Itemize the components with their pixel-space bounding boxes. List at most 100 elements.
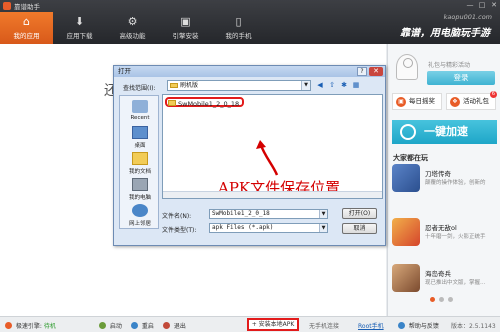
chevron-down-icon: ▼	[319, 224, 327, 232]
game-thumbnail	[392, 264, 420, 292]
phone-status: 无手机连接	[309, 323, 340, 330]
brand-url: kaopu001.com	[443, 13, 492, 21]
avatar[interactable]	[396, 54, 418, 80]
version-text: 版本：2.5.1143	[451, 323, 496, 330]
engine-icon: ▣	[180, 15, 191, 28]
play-icon	[99, 322, 106, 329]
tab-label: 应用下载	[66, 32, 93, 40]
daily-checkin-button[interactable]: ▣ 每日摇奖	[392, 93, 442, 110]
tab-label: 引擎安装	[172, 32, 199, 40]
view-menu-icon[interactable]: ▦	[351, 80, 361, 90]
home-icon: ⌂	[23, 15, 30, 28]
start-button[interactable]: 启动	[99, 321, 122, 330]
tab-my-apps[interactable]: ⌂ 我的应用	[0, 12, 53, 44]
carousel-dots	[430, 297, 453, 302]
file-item-swmobile[interactable]: SwMobile1_2_0_18	[165, 97, 245, 108]
install-local-apk-button[interactable]: + 安装本地APK	[247, 318, 299, 331]
side-hint: 礼包与精彩活动	[428, 62, 471, 69]
network-icon	[132, 204, 148, 217]
daily-checkin-label: 每日摇奖	[409, 97, 435, 105]
new-folder-icon[interactable]: ✱	[339, 80, 349, 90]
game-item[interactable]: 刀塔传奇 颠覆的操作体验，创新的	[392, 164, 500, 194]
chevron-down-icon: ▼	[319, 210, 327, 218]
gift-pack-button[interactable]: ❖ 活动礼包 6	[446, 91, 497, 110]
chevron-down-icon: ▼	[301, 81, 310, 90]
filename-label: 文件名(N):	[162, 213, 192, 220]
look-in-label: 查找范围(I):	[123, 85, 156, 92]
filename-input[interactable]: SwMobile1_2_0_18 ▼	[209, 209, 328, 219]
place-network[interactable]: 网上邻居	[120, 202, 160, 228]
game-name: 刀塔传奇	[425, 170, 451, 178]
exit-label: 退出	[173, 323, 186, 330]
file-list[interactable]: SwMobile1_2_0_18 APK文件保存位置	[162, 94, 383, 199]
filetype-select[interactable]: apk Files (*.apk) ▼	[209, 223, 328, 233]
places-bar: Recent 桌面 我的文档 我的电脑 网上邻居	[119, 95, 159, 229]
title-bar: 靠谱助手 — □ ✕	[0, 0, 500, 12]
tab-app-download[interactable]: ⬇ 应用下载	[53, 12, 106, 44]
accelerate-label: 一键加速	[424, 125, 468, 138]
place-documents[interactable]: 我的文档	[120, 150, 160, 176]
restart-icon	[131, 322, 138, 329]
cancel-button[interactable]: 取消	[342, 223, 377, 234]
open-file-dialog: 打开 ? ✕ 查找范围(I): 刷机版 ▼ ◀ ⇧ ✱ ▦ Recent 桌面 …	[113, 65, 386, 246]
look-in-value: 刷机版	[180, 82, 199, 89]
restart-button[interactable]: 重启	[131, 321, 154, 330]
side-panel: 礼包与精彩活动 登录 ▣ 每日摇奖 ❖ 活动礼包 6 一键加速 大家都在玩 刀塔…	[387, 44, 500, 316]
place-label: 网上邻居	[128, 221, 151, 227]
dialog-title: 打开	[118, 67, 131, 75]
documents-icon	[132, 152, 148, 165]
dialog-title-bar: 打开 ? ✕	[114, 66, 385, 77]
top-bar: 靠谱助手 — □ ✕ ⌂ 我的应用 ⬇ 应用下载 ⚙ 高级功能 ▣ 引擎安装 ▯…	[0, 0, 500, 44]
dialog-close-button[interactable]: ✕	[369, 67, 383, 76]
place-computer[interactable]: 我的电脑	[120, 176, 160, 202]
tab-advanced[interactable]: ⚙ 高级功能	[106, 12, 159, 44]
start-label: 启动	[109, 323, 122, 330]
login-button[interactable]: 登录	[427, 71, 495, 85]
game-desc: 现已推出中文版，掌握…	[425, 280, 486, 286]
engine-status-value: 待机	[43, 323, 56, 330]
carousel-dot[interactable]	[448, 297, 453, 302]
restart-label: 重启	[141, 323, 154, 330]
power-icon	[163, 322, 170, 329]
tab-label: 我的手机	[225, 32, 252, 40]
filename-value: SwMobile1_2_0_18	[212, 210, 270, 217]
carousel-dot[interactable]	[430, 297, 435, 302]
tab-engine-install[interactable]: ▣ 引擎安装	[159, 12, 212, 44]
place-label: 我的电脑	[128, 195, 151, 201]
help-feedback-button[interactable]: 帮助与反馈	[398, 321, 439, 330]
game-item[interactable]: 忍者无敌ol 十年磨一剑，火影正统手	[392, 218, 500, 248]
tab-label: 高级功能	[119, 32, 146, 40]
brand-slogan: 靠谱，用电脑玩手游	[400, 28, 490, 39]
game-item[interactable]: 海岛奇兵 现已推出中文版，掌握…	[392, 264, 500, 294]
root-phone-link[interactable]: Root手机	[358, 321, 384, 330]
tab-my-phone[interactable]: ▯ 我的手机	[212, 12, 265, 44]
place-label: 我的文档	[128, 169, 151, 175]
up-folder-icon[interactable]: ⇧	[327, 80, 337, 90]
close-button[interactable]: ✕	[489, 1, 499, 9]
game-desc: 十年磨一剑，火影正统手	[425, 234, 486, 240]
filetype-value: apk Files (*.apk)	[212, 224, 274, 231]
back-icon[interactable]: ◀	[315, 80, 325, 90]
maximize-button[interactable]: □	[477, 1, 487, 9]
open-button[interactable]: 打开(O)	[342, 208, 377, 219]
minimize-button[interactable]: —	[465, 1, 475, 9]
carousel-dot[interactable]	[439, 297, 444, 302]
status-bar: 极速引擎: 待机 启动 重启 退出 + 安装本地APK 无手机连接 Root手机…	[0, 316, 500, 332]
tab-label: 我的应用	[13, 32, 40, 40]
exit-button[interactable]: 退出	[163, 321, 186, 330]
place-desktop[interactable]: 桌面	[120, 124, 160, 150]
horizontal-scrollbar[interactable]	[163, 191, 382, 198]
folder-icon	[168, 100, 176, 106]
engine-status: 极速引擎: 待机	[5, 321, 56, 330]
help-icon	[398, 322, 405, 329]
accelerate-button[interactable]: 一键加速	[392, 120, 497, 144]
look-in-select[interactable]: 刷机版 ▼	[167, 80, 311, 91]
calendar-icon: ▣	[396, 97, 406, 107]
phone-icon: ▯	[235, 15, 242, 28]
place-recent[interactable]: Recent	[120, 98, 160, 124]
game-desc: 颠覆的操作体验，创新的	[425, 180, 486, 186]
speedometer-icon	[400, 124, 416, 140]
filetype-label: 文件类型(T):	[162, 227, 197, 234]
help-icon[interactable]: ?	[357, 67, 367, 76]
game-name: 海岛奇兵	[425, 270, 451, 278]
